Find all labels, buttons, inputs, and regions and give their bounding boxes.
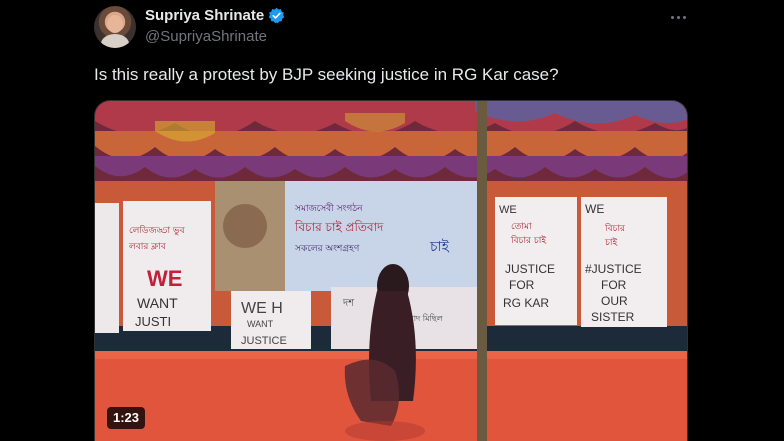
author-display-name[interactable]: Supriya Shrinate bbox=[145, 7, 264, 24]
svg-text:দশ: দশ bbox=[342, 298, 355, 309]
svg-text:FOR: FOR bbox=[601, 278, 627, 292]
svg-text:লেডিজড্ডা ভুব: লেডিজড্ডা ভুব bbox=[129, 225, 186, 236]
svg-text:WANT: WANT bbox=[247, 319, 274, 329]
svg-text:RG KAR: RG KAR bbox=[503, 296, 549, 310]
svg-text:JUSTICE: JUSTICE bbox=[241, 335, 287, 347]
video-frame: লেডিজড্ডা ভুব লবার ক্লাব WE WANT JUSTI স… bbox=[95, 101, 687, 441]
tweet-text: Is this really a protest by BJP seeking … bbox=[94, 65, 559, 84]
poster-we-right: WE bbox=[585, 202, 604, 216]
poster-we-left: WE bbox=[147, 266, 182, 291]
video-player[interactable]: লেডিজড্ডা ভুব লবার ক্লাব WE WANT JUSTI স… bbox=[94, 100, 688, 441]
svg-text:তোমা: তোমা bbox=[511, 222, 532, 232]
poster-justice-sister: #JUSTICE bbox=[585, 262, 642, 276]
poster-justi-left: JUSTI bbox=[135, 314, 171, 329]
author-avatar[interactable] bbox=[94, 6, 136, 48]
svg-text:চাই: চাই bbox=[429, 238, 450, 255]
svg-text:লবার ক্লাব: লবার ক্লাব bbox=[128, 242, 167, 252]
poster-we-center: WE H bbox=[241, 300, 283, 317]
video-duration-badge: 1:23 bbox=[107, 407, 146, 429]
poster-justice-rg: JUSTICE bbox=[505, 262, 555, 276]
svg-text:OUR: OUR bbox=[601, 294, 628, 308]
more-options-icon[interactable] bbox=[668, 10, 688, 24]
svg-text:WE: WE bbox=[499, 204, 517, 216]
author-name-row: Supriya Shrinate bbox=[145, 7, 285, 24]
poster-want-left: WANT bbox=[137, 295, 178, 311]
tweet-header: Supriya Shrinate @SupriyaShrinate bbox=[0, 0, 784, 56]
author-handle[interactable]: @SupriyaShrinate bbox=[145, 28, 267, 45]
svg-text:বিচার চাই প্রতিবাদ: বিচার চাই প্রতিবাদ bbox=[294, 220, 384, 234]
svg-text:চাই: চাই bbox=[604, 237, 617, 248]
svg-text:SISTER: SISTER bbox=[591, 310, 635, 324]
svg-text:সমাজসেবী সংগঠন: সমাজসেবী সংগঠন bbox=[294, 202, 363, 214]
svg-text:সকলের অংশগ্রহণ: সকলের অংশগ্রহণ bbox=[294, 244, 360, 254]
svg-text:বিচার: বিচার bbox=[604, 223, 626, 234]
verified-badge-icon bbox=[268, 7, 285, 24]
svg-text:বিচার চাই: বিচার চাই bbox=[510, 235, 546, 246]
svg-text:FOR: FOR bbox=[509, 278, 535, 292]
